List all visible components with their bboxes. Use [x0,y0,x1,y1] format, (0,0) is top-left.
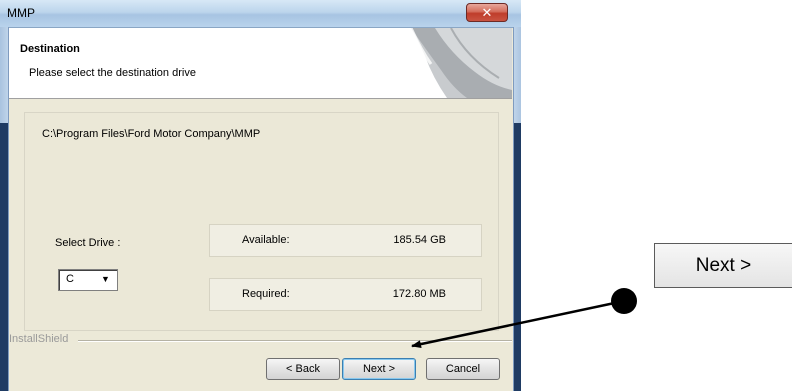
window-title: MMP [7,6,35,20]
installshield-decoration-icon [381,28,512,98]
next-button[interactable]: Next > [342,358,416,380]
close-button[interactable]: ✕ [466,3,508,22]
destination-path: C:\Program Files\Ford Motor Company\MMP [42,128,261,140]
back-button[interactable]: < Back [266,358,340,380]
available-space-box: Available: 185.54 GB [209,224,482,257]
required-value: 172.80 MB [392,288,446,300]
required-space-box: Required: 172.80 MB [209,278,482,311]
installer-window: MMP ✕ Destination Please select the dest… [0,0,521,391]
dialog-header: Destination Please select the destinatio… [9,28,512,99]
window-frame-left [0,27,9,391]
window-frame-right [513,27,521,391]
select-drive-label: Select Drive : [55,237,121,249]
required-label: Required: [242,288,290,300]
callout-dot [611,288,637,314]
close-icon: ✕ [481,5,493,20]
chevron-down-icon[interactable]: ▼ [96,271,115,287]
footer-divider [78,340,512,342]
page-subtitle: Please select the destination drive [29,67,196,79]
cancel-button[interactable]: Cancel [426,358,500,380]
title-bar[interactable]: MMP ✕ [0,0,521,28]
drive-select[interactable]: C ▼ [58,269,118,291]
dialog-client-area: Destination Please select the destinatio… [9,28,512,391]
installshield-brand: InstallShield [9,333,69,345]
available-label: Available: [242,234,290,246]
drive-select-value: C [66,273,74,285]
next-button-callout: Next > [654,243,792,288]
page-title: Destination [20,43,80,55]
available-value: 185.54 GB [393,234,446,246]
